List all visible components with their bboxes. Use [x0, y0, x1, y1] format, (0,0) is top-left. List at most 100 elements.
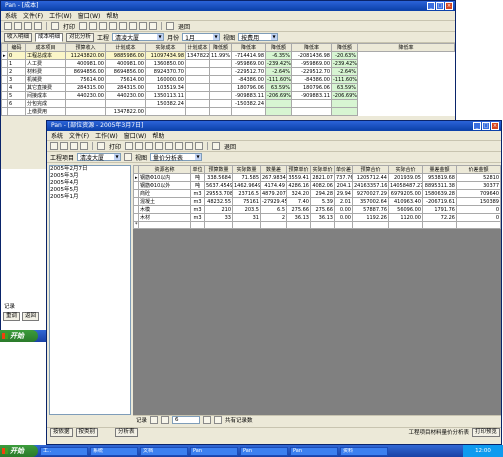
cell-value[interactable]: 1360850.00: [145, 59, 186, 68]
cell-value[interactable]: 9885986.00: [105, 51, 146, 60]
refresh-icon[interactable]: [124, 153, 133, 161]
view-select[interactable]: 按费用 ▼: [238, 33, 279, 42]
check-icon[interactable]: [129, 22, 138, 30]
cell-value[interactable]: 210: [204, 205, 233, 214]
minimize-icon[interactable]: _: [427, 2, 435, 10]
sort-icon[interactable]: [119, 22, 128, 30]
by-category-button[interactable]: 按类别: [75, 427, 99, 437]
sort-icon[interactable]: [165, 142, 174, 150]
cell-value[interactable]: -84386.00: [231, 75, 266, 84]
cell-value[interactable]: 0: [456, 213, 501, 222]
view-select[interactable]: 量价分析表 ▼: [150, 153, 203, 162]
maximize-icon[interactable]: □: [436, 2, 444, 10]
cell-value[interactable]: [291, 107, 332, 116]
cell-value[interactable]: [209, 107, 232, 116]
cell-value[interactable]: 275.66: [286, 205, 311, 214]
cell-value[interactable]: 1205712.44: [352, 173, 389, 182]
cell-value[interactable]: [185, 99, 210, 108]
cell-value[interactable]: 1462.9649: [232, 181, 261, 190]
nav-next-icon[interactable]: [24, 22, 32, 30]
column-header[interactable]: 单价差: [334, 165, 353, 174]
cell-value[interactable]: 180796.06: [231, 83, 266, 92]
cell-value[interactable]: -239.42%: [331, 59, 358, 68]
column-header[interactable]: 实际数量: [232, 165, 261, 174]
cell-value[interactable]: [209, 83, 232, 92]
cell-code[interactable]: 0: [7, 51, 26, 60]
cell-cost-item[interactable]: 其它直接费: [25, 83, 66, 92]
cell-value[interactable]: -229512.70: [231, 67, 266, 76]
cell-value[interactable]: [209, 99, 232, 108]
cell-code[interactable]: 4: [7, 83, 26, 92]
cell-value[interactable]: 7.40: [286, 197, 311, 206]
column-header[interactable]: 预算数量: [204, 165, 233, 174]
cell-value[interactable]: 1791.76: [422, 205, 457, 214]
table-row[interactable]: 2 材料费 8694856.00 8694856.00 8924370.70 -22951…: [1, 67, 455, 76]
start-button[interactable]: 开始: [0, 445, 38, 457]
cell-value[interactable]: 11243820.00: [65, 51, 106, 60]
column-header[interactable]: 计划成本: [105, 43, 146, 52]
close-icon[interactable]: ×: [491, 122, 499, 130]
table-row[interactable]: 商砼 m3 29553.708 23716.5 4879.2070 324.20 294.2…: [133, 189, 501, 198]
column-header[interactable]: 实际成本: [145, 43, 186, 52]
menu-work[interactable]: 工作(W): [49, 11, 72, 20]
cell-value[interactable]: 57887.76: [352, 205, 389, 214]
cell-value[interactable]: 275.66: [310, 205, 335, 214]
cell-value[interactable]: [331, 107, 358, 116]
cell-value[interactable]: 440230.00: [65, 91, 106, 100]
cell-value[interactable]: 31: [232, 213, 261, 222]
cell-code[interactable]: [7, 107, 26, 116]
cell-value[interactable]: [185, 83, 210, 92]
cell-value[interactable]: 1120.00: [388, 213, 423, 222]
cell-value[interactable]: -206.69%: [331, 91, 358, 100]
print-preview-button[interactable]: 打印预览: [471, 427, 500, 437]
cell-value[interactable]: 2821.07: [310, 173, 335, 182]
cell-value[interactable]: 6979205.00: [388, 189, 423, 198]
cell-value[interactable]: -150382.24: [231, 99, 266, 108]
cost-window-titlebar[interactable]: Pan - [成本] _ □ ×: [1, 1, 455, 11]
menu-help[interactable]: 帮助: [152, 131, 164, 140]
menu-file[interactable]: 文件(F): [69, 131, 89, 140]
exit-icon[interactable]: [212, 142, 221, 150]
resource-window-titlebar[interactable]: Pan - [部位资源 - 2005年3月7日] _ □ ×: [47, 121, 501, 131]
taskbar-task[interactable]: 资料: [340, 446, 388, 456]
copy-icon[interactable]: [125, 142, 134, 150]
cell-value[interactable]: 75614.00: [105, 75, 146, 84]
cell-value[interactable]: [291, 99, 332, 108]
column-header[interactable]: 降低额: [265, 43, 292, 52]
cell-value[interactable]: 324.20: [286, 189, 311, 198]
cell-cost-item[interactable]: 间接成本: [25, 91, 66, 100]
check-icon[interactable]: [175, 142, 184, 150]
cell-value[interactable]: -714414.98: [231, 51, 266, 60]
cell-value[interactable]: 23716.5: [232, 189, 261, 198]
taskbar-task[interactable]: 系统: [90, 446, 138, 456]
cell-resource-name[interactable]: 木材: [138, 213, 191, 222]
prev-record-icon[interactable]: [161, 416, 170, 424]
taskbar-task[interactable]: 工..: [40, 446, 88, 456]
cell-value[interactable]: -6.35%: [265, 51, 292, 60]
cell-value[interactable]: [65, 99, 106, 108]
cell-value[interactable]: 8694856.00: [65, 67, 106, 76]
cell-cost-item[interactable]: 分包完成: [25, 99, 66, 108]
cell-value[interactable]: -206719.61: [422, 197, 457, 206]
cell-value[interactable]: 63.59%: [265, 83, 292, 92]
cell-value[interactable]: 709640: [456, 189, 501, 198]
column-header[interactable]: 降低额: [209, 43, 232, 52]
cell-value[interactable]: 11097434.98: [145, 51, 186, 60]
cell-value[interactable]: 36.13: [310, 213, 335, 222]
table-row[interactable]: 木材 m3 33 31 2 36.13 36.13 0.00 1192.26 1120.00 72.…: [133, 213, 501, 222]
cell-value[interactable]: [231, 107, 266, 116]
cell-value[interactable]: [185, 67, 210, 76]
tab-cost-detail[interactable]: 成本明细: [35, 32, 64, 42]
column-header[interactable]: 实际合价: [388, 165, 423, 174]
cell-value[interactable]: [265, 99, 292, 108]
taskbar-task[interactable]: Pan: [240, 446, 288, 456]
cell-value[interactable]: 284315.00: [105, 83, 146, 92]
last-record-icon[interactable]: [214, 416, 223, 424]
paste-icon[interactable]: [135, 142, 144, 150]
cell-value[interactable]: 150389: [456, 197, 501, 206]
cell-value[interactable]: 180796.06: [291, 83, 332, 92]
table-row[interactable]: 上缴费用 1347822.00: [1, 107, 455, 116]
cell-value[interactable]: 2: [260, 213, 287, 222]
cell-value[interactable]: [209, 75, 232, 84]
filter-icon[interactable]: [109, 22, 118, 30]
